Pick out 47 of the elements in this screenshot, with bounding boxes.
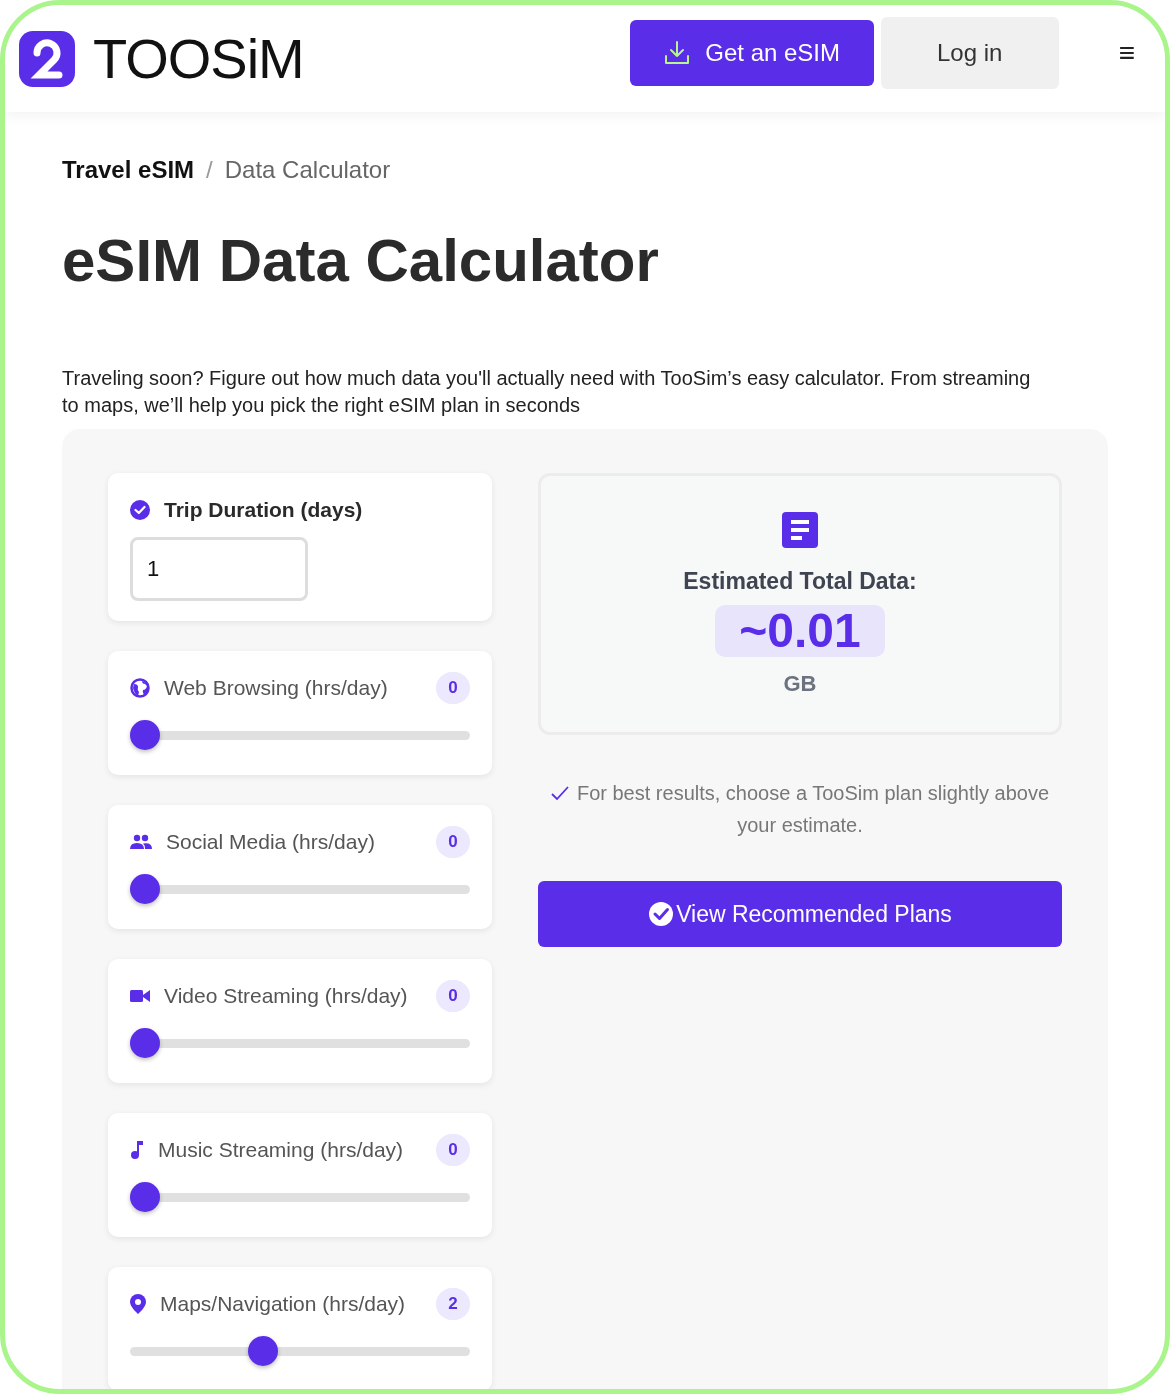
slider[interactable] [130,719,470,751]
slider-thumb[interactable] [247,1336,278,1366]
slider-value: 0 [436,1134,470,1166]
view-plans-button[interactable]: View Recommended Plans [538,881,1062,947]
slider-value: 0 [436,826,470,858]
check-circle-icon [648,901,675,927]
logo-wordmark: TOOSiM [93,26,304,91]
globe-icon [130,678,150,698]
breadcrumb-separator: / [206,156,213,184]
page-title: eSIM Data Calculator [62,226,660,295]
check-icon [550,786,569,800]
slider-label: Web Browsing (hrs/day) [164,676,389,700]
slider-label: Music Streaming (hrs/day) [158,1138,405,1162]
result-unit: GB [783,671,817,697]
result-label: Estimated Total Data: [683,568,917,595]
intro-text: Traveling soon? Figure out how much data you'll actually need with TooSim’s easy calculator. From streaming to maps, we’ll help you pick the right eSIM plan in seconds [62,366,1032,418]
video-camera-icon [130,989,150,1003]
slider[interactable] [130,873,470,905]
slider-label: Video Streaming (hrs/day) [164,984,409,1008]
tip-text: For best results, choose a TooSim plan slightly above your estimate. [576,782,1050,836]
document-icon [782,512,818,548]
trip-duration-field[interactable]: 1 [130,537,308,601]
slider[interactable] [130,1181,470,1213]
breadcrumb-link[interactable]: Data Calculator [224,156,391,184]
slider-label: Maps/Navigation (hrs/day) [160,1292,407,1316]
people-icon [130,834,152,850]
login-button[interactable]: Log in [880,16,1059,89]
get-esim-button[interactable]: Get an eSIM [629,19,874,86]
slider-value: 2 [436,1288,470,1320]
slider-thumb[interactable] [130,720,160,750]
breadcrumb-link[interactable]: Travel eSIM [62,156,195,184]
logo-icon [19,30,75,87]
slider-value: 0 [436,980,470,1012]
slider-label: Social Media (hrs/day) [166,830,376,854]
check-circle-icon [130,500,150,520]
slider-thumb[interactable] [130,1028,160,1058]
slider-value: 0 [436,672,470,704]
location-pin-icon [130,1294,146,1314]
music-note-icon [130,1140,144,1160]
slider-thumb[interactable] [130,874,160,904]
download-icon [663,39,692,66]
slider-thumb[interactable] [130,1182,160,1212]
trip-duration-label: Trip Duration (days) [164,498,363,522]
menu-button[interactable]: ≡ [1118,36,1135,69]
slider[interactable] [130,1027,470,1059]
result-value: ~0.01 [715,605,885,657]
slider[interactable] [130,1335,470,1367]
